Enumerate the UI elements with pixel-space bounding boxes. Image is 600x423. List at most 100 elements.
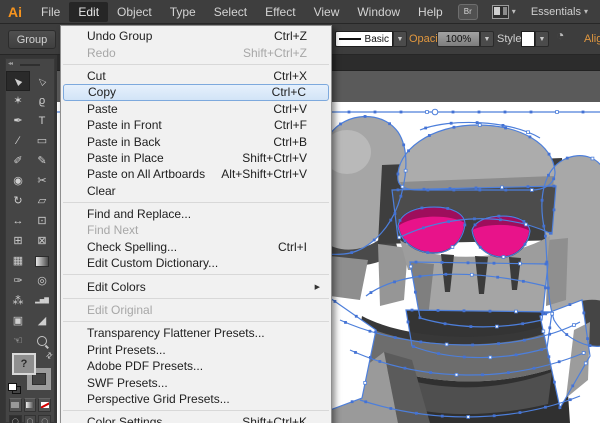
menu-item-redo: Redo Shift+Ctrl+Z bbox=[61, 44, 331, 60]
draw-inside-button[interactable]: ◯ bbox=[38, 415, 52, 423]
menu-item-paste-in-place[interactable]: Paste in Place Shift+Ctrl+V bbox=[61, 150, 331, 166]
type-tool[interactable]: T bbox=[30, 111, 54, 131]
scissors-tool[interactable]: ✂ bbox=[30, 171, 54, 191]
menu-item-edit-custom-dictionary[interactable]: Edit Custom Dictionary... bbox=[61, 255, 331, 271]
blob-brush-tool[interactable]: ◉ bbox=[6, 171, 30, 191]
align-link[interactable]: Align bbox=[584, 24, 600, 54]
menu-item-undo-group[interactable]: Undo Group Ctrl+Z bbox=[61, 28, 331, 44]
menu-item-paste-in-back[interactable]: Paste in Back Ctrl+B bbox=[61, 133, 331, 149]
default-fill-stroke-icon[interactable] bbox=[8, 383, 21, 394]
menu-item-clear[interactable]: Clear bbox=[61, 183, 331, 199]
menubar-item-select[interactable]: Select bbox=[205, 2, 256, 22]
menu-item-label: Edit Original bbox=[87, 303, 153, 318]
opacity-dropdown-arrow[interactable]: ▼ bbox=[480, 31, 494, 47]
paintbrush-tool[interactable]: ✐ bbox=[6, 151, 30, 171]
fill-stroke-area: ⇄ ? bbox=[6, 350, 55, 397]
selection-tool[interactable]: ▶ bbox=[6, 71, 30, 91]
selection-type-label: Group bbox=[8, 30, 56, 49]
menubar-item-view[interactable]: View bbox=[305, 2, 349, 22]
magic-wand-tool[interactable]: ✶ bbox=[6, 91, 30, 111]
menu-item-label: Find Next bbox=[87, 223, 139, 238]
zoom-icon bbox=[37, 336, 47, 346]
menu-item-swf-presets[interactable]: SWF Presets... bbox=[61, 374, 331, 390]
mesh-tool[interactable]: ▦ bbox=[6, 251, 30, 271]
menubar-item-effect[interactable]: Effect bbox=[256, 2, 304, 22]
rectangle-tool[interactable]: ▭ bbox=[30, 131, 54, 151]
style-dropdown-arrow[interactable]: ▼ bbox=[535, 31, 549, 47]
menu-item-cut[interactable]: Cut Ctrl+X bbox=[61, 68, 331, 84]
pencil-tool[interactable]: ✎ bbox=[30, 151, 54, 171]
brush-dropdown-arrow[interactable]: ▼ bbox=[393, 31, 407, 47]
eyedropper-tool[interactable]: ✑ bbox=[6, 271, 30, 291]
pen-tool[interactable]: ✒ bbox=[6, 111, 30, 131]
menu-item-adobe-pdf-presets[interactable]: Adobe PDF Presets... bbox=[61, 358, 331, 374]
menu-item-print-presets[interactable]: Print Presets... bbox=[61, 342, 331, 358]
menubar-item-window[interactable]: Window bbox=[348, 2, 409, 22]
menu-item-label: Cut bbox=[87, 68, 106, 83]
gradient-tool[interactable] bbox=[30, 251, 54, 271]
panel-grip[interactable] bbox=[20, 64, 40, 66]
type-icon: T bbox=[38, 114, 46, 127]
menu-item-label: Color Settings... bbox=[87, 415, 173, 423]
none-button[interactable] bbox=[38, 398, 52, 412]
scale-tool[interactable]: ▱ bbox=[30, 191, 54, 211]
swap-fill-stroke-icon[interactable]: ⇄ bbox=[44, 350, 55, 361]
menu-item-paste[interactable]: Paste Ctrl+V bbox=[61, 101, 331, 117]
symbol-sprayer-tool[interactable]: ⁂ bbox=[6, 291, 30, 311]
width-tool[interactable]: ↔ bbox=[6, 211, 30, 231]
gradient-button[interactable] bbox=[23, 398, 37, 412]
tools-dock: ◂◂ ▶ ▷ ✶ ϱ ✒ T ∕ ▭ ✐ ✎ ◉ ✂ ↻ ▱ ↔ ⊡ ⊞ ⊠ ▦ ✑ ◎ ⁂ ▂▅▇ ▣ ◢ ☜ ⇄ ? ◯ ◯ … bbox=[0, 54, 57, 423]
workspace-switcher[interactable]: Essentials ▾ bbox=[531, 6, 588, 18]
recolor-artwork-icon[interactable]: ◔ bbox=[556, 27, 564, 43]
symbol-sprayer-icon: ⁂ bbox=[12, 294, 24, 307]
menu-item-perspective-grid-presets[interactable]: Perspective Grid Presets... bbox=[61, 391, 331, 407]
menu-item-edit-colors[interactable]: Edit Colors ▶ bbox=[61, 278, 331, 294]
lasso-tool[interactable]: ϱ bbox=[30, 91, 54, 111]
paint-mode-buttons bbox=[6, 397, 54, 413]
draw-behind-button[interactable]: ◯ bbox=[23, 415, 37, 423]
menu-item-find-and-replace[interactable]: Find and Replace... bbox=[61, 206, 331, 222]
draw-normal-button[interactable]: ◯ bbox=[9, 415, 22, 423]
menu-separator bbox=[63, 274, 329, 276]
blob-brush-icon: ◉ bbox=[13, 174, 23, 187]
menu-item-color-settings[interactable]: Color Settings... Shift+Ctrl+K bbox=[61, 414, 331, 423]
fill-swatch[interactable]: ? bbox=[12, 353, 36, 375]
opacity-value-field[interactable]: 100% bbox=[437, 31, 480, 47]
hand-icon: ☜ bbox=[13, 334, 23, 347]
free-transform-tool[interactable]: ⊡ bbox=[30, 211, 54, 231]
menu-item-check-spelling[interactable]: Check Spelling... Ctrl+I bbox=[61, 239, 331, 255]
slice-tool[interactable]: ◢ bbox=[30, 311, 54, 331]
menu-item-transparency-flattener-presets[interactable]: Transparency Flattener Presets... bbox=[61, 325, 331, 341]
perspective-grid-tool[interactable]: ⊠ bbox=[30, 231, 54, 251]
style-swatch[interactable] bbox=[521, 31, 535, 47]
bridge-button[interactable]: Br bbox=[457, 3, 478, 20]
zoom-tool[interactable] bbox=[30, 331, 54, 351]
chevron-down-icon: ▾ bbox=[583, 7, 588, 16]
arrange-documents-button[interactable]: ▾ bbox=[491, 4, 516, 19]
menu-item-copy[interactable]: Copy Ctrl+C bbox=[63, 84, 329, 101]
rotate-tool[interactable]: ↻ bbox=[6, 191, 30, 211]
drawing-mode-buttons: ◯ ◯ ◯ bbox=[6, 413, 54, 423]
line-segment-tool[interactable]: ∕ bbox=[6, 131, 30, 151]
menubar-item-file[interactable]: File bbox=[32, 2, 69, 22]
shape-builder-tool[interactable]: ⊞ bbox=[6, 231, 30, 251]
artboard-tool[interactable]: ▣ bbox=[6, 311, 30, 331]
hand-tool[interactable]: ☜ bbox=[6, 331, 30, 351]
collapse-panel-icon[interactable]: ◂◂ bbox=[8, 60, 13, 67]
menu-shortcut: Ctrl+F bbox=[274, 118, 307, 133]
blend-tool[interactable]: ◎ bbox=[30, 271, 54, 291]
direct-selection-tool[interactable]: ▷ bbox=[30, 71, 54, 91]
gradient-icon bbox=[26, 402, 34, 408]
menubar-item-object[interactable]: Object bbox=[108, 2, 161, 22]
menu-item-label: Paste in Back bbox=[87, 134, 161, 149]
brush-definition-select[interactable]: Basic bbox=[335, 31, 393, 47]
menubar-item-type[interactable]: Type bbox=[161, 2, 205, 22]
menubar-item-edit[interactable]: Edit bbox=[69, 1, 109, 22]
menubar-item-help[interactable]: Help bbox=[409, 2, 452, 22]
menu-item-paste-in-front[interactable]: Paste in Front Ctrl+F bbox=[61, 117, 331, 133]
column-graph-tool[interactable]: ▂▅▇ bbox=[30, 291, 54, 311]
color-button[interactable] bbox=[9, 398, 22, 412]
menu-item-label: Paste in Front bbox=[87, 118, 162, 133]
menu-item-paste-on-all-artboards[interactable]: Paste on All Artboards Alt+Shift+Ctrl+V bbox=[61, 166, 331, 182]
tools-panel-header[interactable]: ◂◂ bbox=[6, 59, 54, 71]
